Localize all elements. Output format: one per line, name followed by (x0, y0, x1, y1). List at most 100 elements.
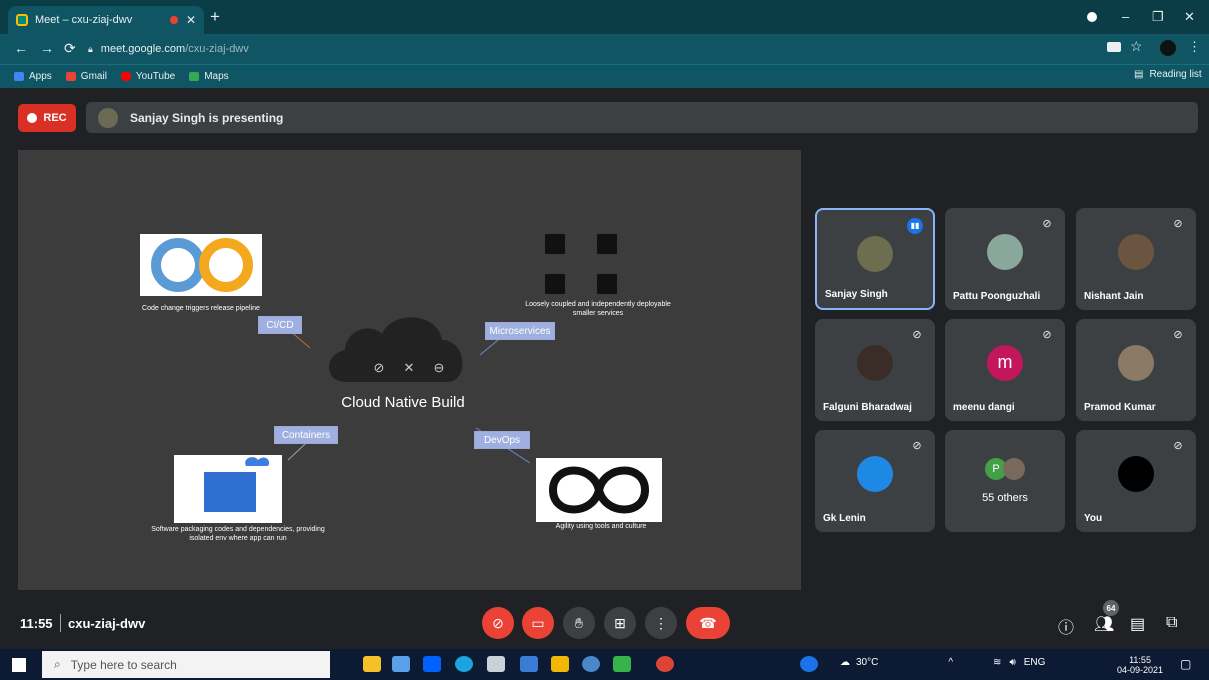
participant-tile-nishant-jain[interactable]: ⊘ Nishant Jain (1076, 208, 1196, 310)
profile-dot-icon[interactable] (1087, 12, 1097, 22)
raise-hand-button[interactable]: ✋︎ (563, 607, 595, 639)
taskbar-search-box[interactable]: ⌕ Type here to search (42, 651, 330, 678)
url-path: /cxu-ziaj-dwv (185, 43, 249, 55)
participant-name: meenu dangi (953, 402, 1015, 413)
participant-tile-gk-lenin[interactable]: ⊘ Gk Lenin (815, 430, 935, 532)
leave-call-button[interactable]: ☎︎ (686, 607, 730, 639)
edge-icon[interactable] (455, 656, 473, 672)
bookmark-maps[interactable]: Maps (189, 71, 229, 82)
people-icon[interactable]: 👥︎ (1094, 614, 1114, 634)
app-icon[interactable] (613, 656, 631, 672)
chrome-active-icon[interactable] (656, 656, 674, 672)
participant-tile-pramod-kumar[interactable]: ⊘ Pramod Kumar (1076, 319, 1196, 421)
avatar (1118, 234, 1154, 270)
mic-off-icon: ⊘ (912, 440, 922, 452)
meeting-details-icon[interactable]: ⓘ (1058, 614, 1074, 638)
browser-tab[interactable]: Meet – cxu-ziaj-dwv ✕ (8, 6, 204, 34)
menu-icon[interactable]: ⋮ (1188, 39, 1201, 55)
more-options-button[interactable]: ⋮ (645, 607, 677, 639)
notifications-icon[interactable]: ▢ (1180, 657, 1191, 671)
presenting-text: Sanjay Singh is presenting (130, 110, 284, 125)
presentation-overlay-controls[interactable]: ⊘ ✕ ⊖ (364, 360, 454, 382)
participant-tile-sanjay-singh[interactable]: ▮▮ Sanjay Singh (815, 208, 935, 310)
chrome-icon[interactable] (582, 656, 600, 672)
app-icon[interactable] (392, 656, 410, 672)
app-icon[interactable] (487, 656, 505, 672)
slide-center-title: Cloud Native Build (341, 394, 465, 411)
present-icon: ⊞ (614, 614, 626, 631)
bookmark-apps[interactable]: Apps (14, 71, 52, 82)
wifi-icon: ≋ (993, 657, 1002, 668)
present-button[interactable]: ⊞ (604, 607, 636, 639)
reading-list-button[interactable]: ▤ Reading list (1134, 69, 1202, 80)
participant-tile-others[interactable]: P 55 others (945, 430, 1065, 532)
mute-icon[interactable]: ✕ (404, 360, 415, 382)
presenting-banner: Sanjay Singh is presenting (86, 102, 1198, 133)
meeting-time: 11:55 (20, 616, 53, 631)
file-explorer-icon[interactable] (363, 656, 381, 672)
mic-off-icon: ⊘ (492, 614, 504, 631)
mic-toggle-button[interactable]: ⊘ (482, 607, 514, 639)
forward-button[interactable]: → (40, 40, 54, 56)
taskbar-clock[interactable]: 11:55 04-09-2021 (1117, 655, 1163, 675)
activities-icon[interactable]: ⧉ (1166, 614, 1177, 632)
tab-title: Meet – cxu-ziaj-dwv (35, 14, 133, 26)
reload-button[interactable]: ⟳ (64, 40, 76, 57)
participant-tile-meenu-dangi[interactable]: ⊘ m meenu dangi (945, 319, 1065, 421)
mic-off-icon: ⊘ (1042, 218, 1052, 230)
windows-start-icon[interactable] (12, 658, 26, 672)
camera-icon[interactable] (1107, 42, 1121, 52)
system-tray: ☁︎ 30°C ^ ≋ 🔊︎ ENG (840, 657, 1046, 668)
avatar (857, 236, 893, 272)
back-button[interactable]: ← (14, 40, 28, 56)
camera-toggle-button[interactable]: ▭ (522, 607, 554, 639)
cicd-label: CI/CD (258, 316, 302, 334)
avatar (1118, 456, 1154, 492)
meeting-code: cxu-ziaj-dwv (68, 616, 146, 631)
avatar (857, 345, 893, 381)
minimize-button[interactable]: – (1122, 9, 1129, 24)
participant-tile-falguni-bharadwaj[interactable]: ⊘ Falguni Bharadwaj (815, 319, 935, 421)
remove-icon[interactable]: ⊖ (434, 360, 445, 382)
participant-tile-you[interactable]: ⊘ You (1076, 430, 1196, 532)
chevron-up-icon[interactable]: ^ (948, 657, 953, 668)
close-tab-icon[interactable]: ✕ (186, 13, 196, 27)
hand-icon: ✋︎ (575, 614, 583, 631)
app-icon[interactable] (520, 656, 538, 672)
presentation-stage: CI/CD Microservices Containers DevOps Cl… (18, 150, 801, 590)
bookmark-youtube[interactable]: YouTube (120, 71, 175, 82)
close-window-button[interactable]: ✕ (1184, 9, 1195, 25)
new-tab-button[interactable]: + (210, 8, 220, 25)
cicd-caption: Code change triggers release pipeline (142, 305, 260, 312)
url-field[interactable]: 🔒︎ meet.google.com/cxu-ziaj-dwv (88, 38, 1108, 60)
participant-tile-pattu-poonguzhali[interactable]: ⊘ Pattu Poonguzhali (945, 208, 1065, 310)
presenter-avatar (98, 107, 118, 128)
star-icon[interactable]: ☆ (1130, 38, 1143, 55)
language-indicator[interactable]: ENG (1024, 657, 1046, 668)
profile-avatar[interactable] (1160, 40, 1176, 56)
others-count: 55 others (982, 492, 1028, 504)
unpin-icon[interactable]: ⊘ (374, 360, 385, 382)
participant-name: Gk Lenin (823, 513, 866, 524)
meet-favicon-icon (16, 14, 28, 26)
containers-label: Containers (274, 426, 338, 444)
store-icon[interactable] (551, 656, 569, 672)
rec-dot-icon (27, 113, 38, 123)
dropbox-icon[interactable] (423, 656, 441, 672)
participant-name: Nishant Jain (1084, 291, 1144, 302)
participant-name: Sanjay Singh (825, 289, 888, 300)
chat-icon[interactable]: ▤ (1130, 614, 1145, 634)
search-icon: ⌕ (54, 657, 61, 671)
help-icon[interactable] (800, 656, 818, 672)
speaking-icon: ▮▮ (907, 218, 923, 234)
avatar (857, 456, 893, 492)
bookmark-gmail[interactable]: Gmail (65, 71, 107, 82)
phone-hangup-icon: ☎︎ (699, 614, 717, 631)
participant-name: You (1084, 513, 1103, 524)
volume-icon: 🔊︎ (1009, 657, 1016, 668)
microservices-label: Microservices (485, 322, 555, 340)
participant-name: Pattu Poonguzhali (953, 291, 1041, 302)
mic-off-icon: ⊘ (912, 329, 922, 341)
mic-off-icon: ⊘ (1173, 440, 1183, 452)
maximize-button[interactable]: ❐ (1152, 9, 1164, 25)
